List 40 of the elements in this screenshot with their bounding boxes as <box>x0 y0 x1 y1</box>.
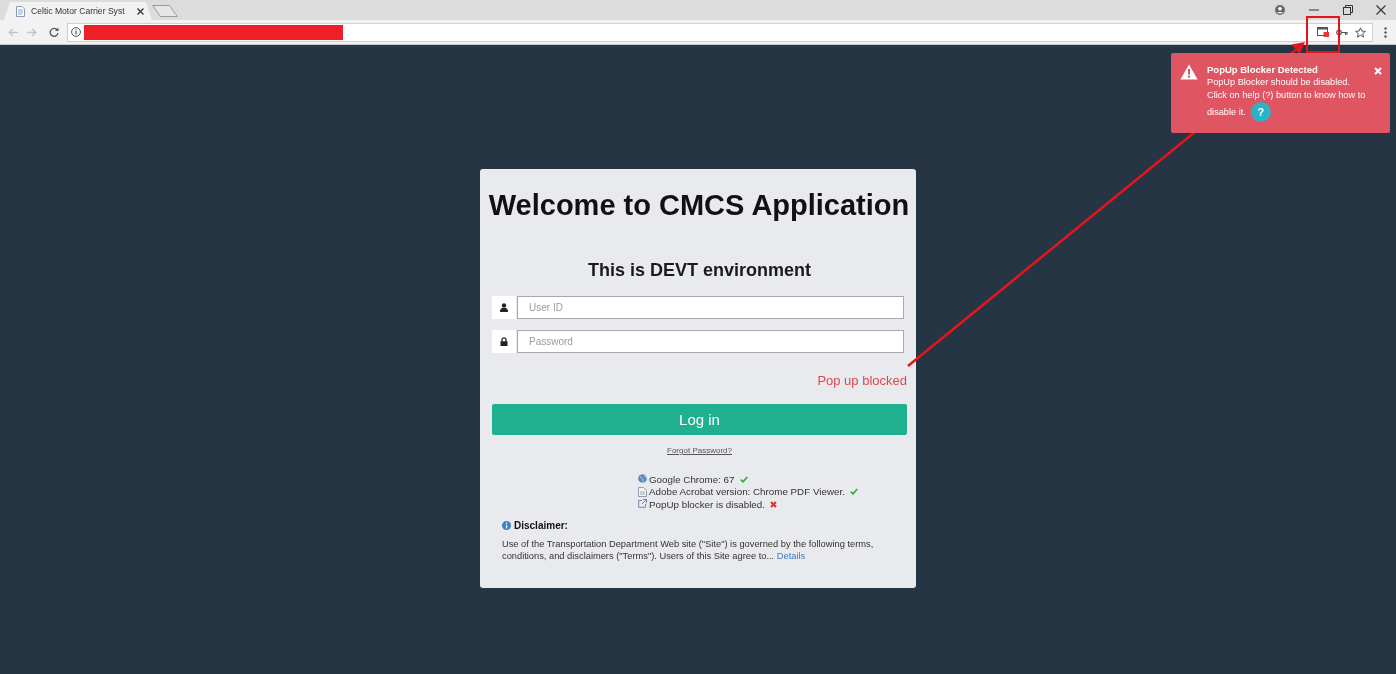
star-icon[interactable] <box>1355 26 1366 38</box>
login-button[interactable]: Log in <box>492 404 907 435</box>
globe-icon <box>638 474 647 485</box>
environment-heading: This is DEVT environment <box>586 259 812 281</box>
password-field[interactable]: Password <box>517 330 904 353</box>
close-icon[interactable] <box>1376 5 1386 15</box>
notification-text: PopUp Blocker should be disabled. <box>1207 77 1350 87</box>
close-icon[interactable] <box>136 7 144 15</box>
profile-icon[interactable] <box>1275 5 1285 15</box>
notification-title: PopUp Blocker Detected <box>1207 64 1319 76</box>
help-button[interactable]: ? <box>1250 102 1271 122</box>
restore-icon[interactable] <box>1343 5 1353 15</box>
info-icon <box>502 521 511 530</box>
popup-blocked-icon[interactable] <box>1317 27 1329 37</box>
lock-icon <box>500 337 508 346</box>
menu-icon[interactable] <box>1384 26 1387 38</box>
key-icon[interactable] <box>1336 28 1348 36</box>
browser-tab[interactable]: Celtic Motor Carrier Syst <box>4 2 152 20</box>
info-icon[interactable] <box>71 27 81 37</box>
user-icon <box>500 303 508 312</box>
requirement-text: PopUp blocker is disabled. <box>649 498 765 510</box>
warning-icon <box>1180 64 1198 80</box>
address-bar[interactable] <box>67 22 1373 42</box>
page-title: Welcome to CMCS Application <box>487 188 911 223</box>
reload-icon[interactable] <box>49 27 59 37</box>
external-link-icon <box>638 499 647 510</box>
tab-title: Celtic Motor Carrier Syst <box>31 6 125 16</box>
highlight-frame <box>1306 16 1340 53</box>
requirement-text: Adobe Acrobat version: Chrome PDF Viewer. <box>649 486 845 498</box>
forgot-password-link[interactable]: Forgot Password? <box>667 445 732 456</box>
warning-text: Pop up blocked <box>817 373 907 389</box>
requirement-text: Google Chrome: 67 <box>649 473 735 485</box>
disclaimer-text: Use of the Transportation Department Web site ("Site") is governed by the following terms, conditions, and disclaimers ("Terms"). Users of this Site agree to... Details <box>502 537 874 562</box>
disclaimer-heading: Disclaimer: <box>514 520 568 531</box>
page-icon <box>16 5 25 17</box>
details-link[interactable]: Details <box>776 550 806 561</box>
document-icon <box>638 486 647 497</box>
user-id-field[interactable]: User ID <box>517 296 904 319</box>
notification-text: disable it. <box>1207 105 1246 119</box>
notification-text: Click on help (?) button to know how to <box>1207 89 1366 100</box>
